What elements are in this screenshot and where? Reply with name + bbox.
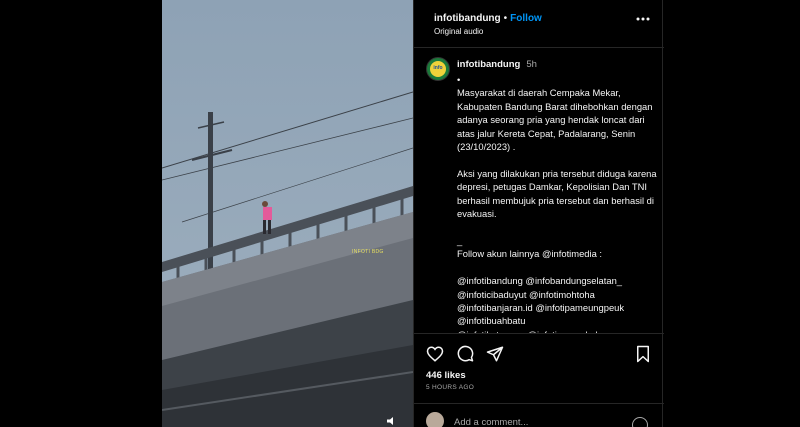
more-icon[interactable]	[636, 16, 650, 22]
video-watermark: INFOTI BDG	[352, 249, 384, 255]
emoji-icon[interactable]	[632, 417, 648, 427]
video-frame	[162, 0, 413, 427]
post-video[interactable]: INFOTI BDG	[162, 0, 413, 427]
caption-username[interactable]: infotibandung	[457, 59, 520, 70]
caption-text: • Masyarakat di daerah Cempaka Mekar, Ka…	[457, 74, 657, 333]
caption-time: 5h	[526, 59, 537, 70]
post-timestamp: 5 HOURS AGO	[426, 384, 475, 391]
post-actions: 446 likes 5 HOURS AGO	[414, 333, 664, 403]
user-avatar	[426, 412, 444, 427]
header-separator: •	[503, 13, 508, 24]
comment-input[interactable]	[454, 417, 624, 427]
follow-button[interactable]: Follow	[510, 13, 542, 24]
post-sidebar: infotibandung • Follow Original audio in…	[413, 0, 664, 427]
avatar[interactable]: info	[426, 57, 450, 81]
bookmark-icon[interactable]	[634, 345, 652, 363]
header-username[interactable]: infotibandung	[434, 13, 501, 24]
post-header: infotibandung • Follow Original audio	[414, 0, 664, 48]
comment-icon[interactable]	[456, 345, 474, 363]
share-icon[interactable]	[486, 345, 504, 363]
audio-label[interactable]: Original audio	[434, 27, 483, 36]
avatar-logo-text: info	[433, 65, 443, 71]
likes-count[interactable]: 446 likes	[426, 370, 466, 381]
audio-icon[interactable]	[387, 417, 397, 425]
post-modal: INFOTI BDG infotibandung • Follow Origin…	[0, 0, 800, 427]
post-caption: info infotibandung 5h • Masyarakat di da…	[414, 49, 664, 333]
heart-icon[interactable]	[426, 345, 444, 363]
comment-bar	[414, 403, 664, 427]
